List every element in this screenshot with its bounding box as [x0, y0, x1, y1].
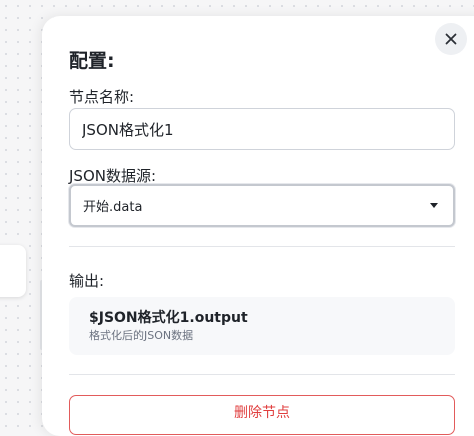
close-icon — [445, 33, 457, 45]
output-label: 输出: — [69, 272, 105, 290]
chevron-down-icon — [430, 203, 438, 208]
output-variable: $JSON格式化1.output — [89, 310, 248, 326]
close-button[interactable] — [435, 23, 467, 55]
node-name-input[interactable] — [69, 108, 455, 150]
output-card: $JSON格式化1.output 格式化后的JSON数据 — [69, 297, 455, 355]
panel-title: 配置: — [69, 50, 115, 72]
canvas-node[interactable] — [0, 245, 26, 297]
node-name-label: 节点名称: — [69, 88, 135, 106]
json-source-label: JSON数据源: — [69, 167, 157, 185]
divider — [69, 246, 455, 247]
divider — [69, 374, 455, 375]
json-source-value: 开始.data — [83, 200, 143, 215]
delete-node-button[interactable]: 删除节点 — [69, 395, 455, 435]
output-description: 格式化后的JSON数据 — [89, 329, 194, 342]
json-source-select[interactable]: 开始.data — [69, 184, 455, 227]
